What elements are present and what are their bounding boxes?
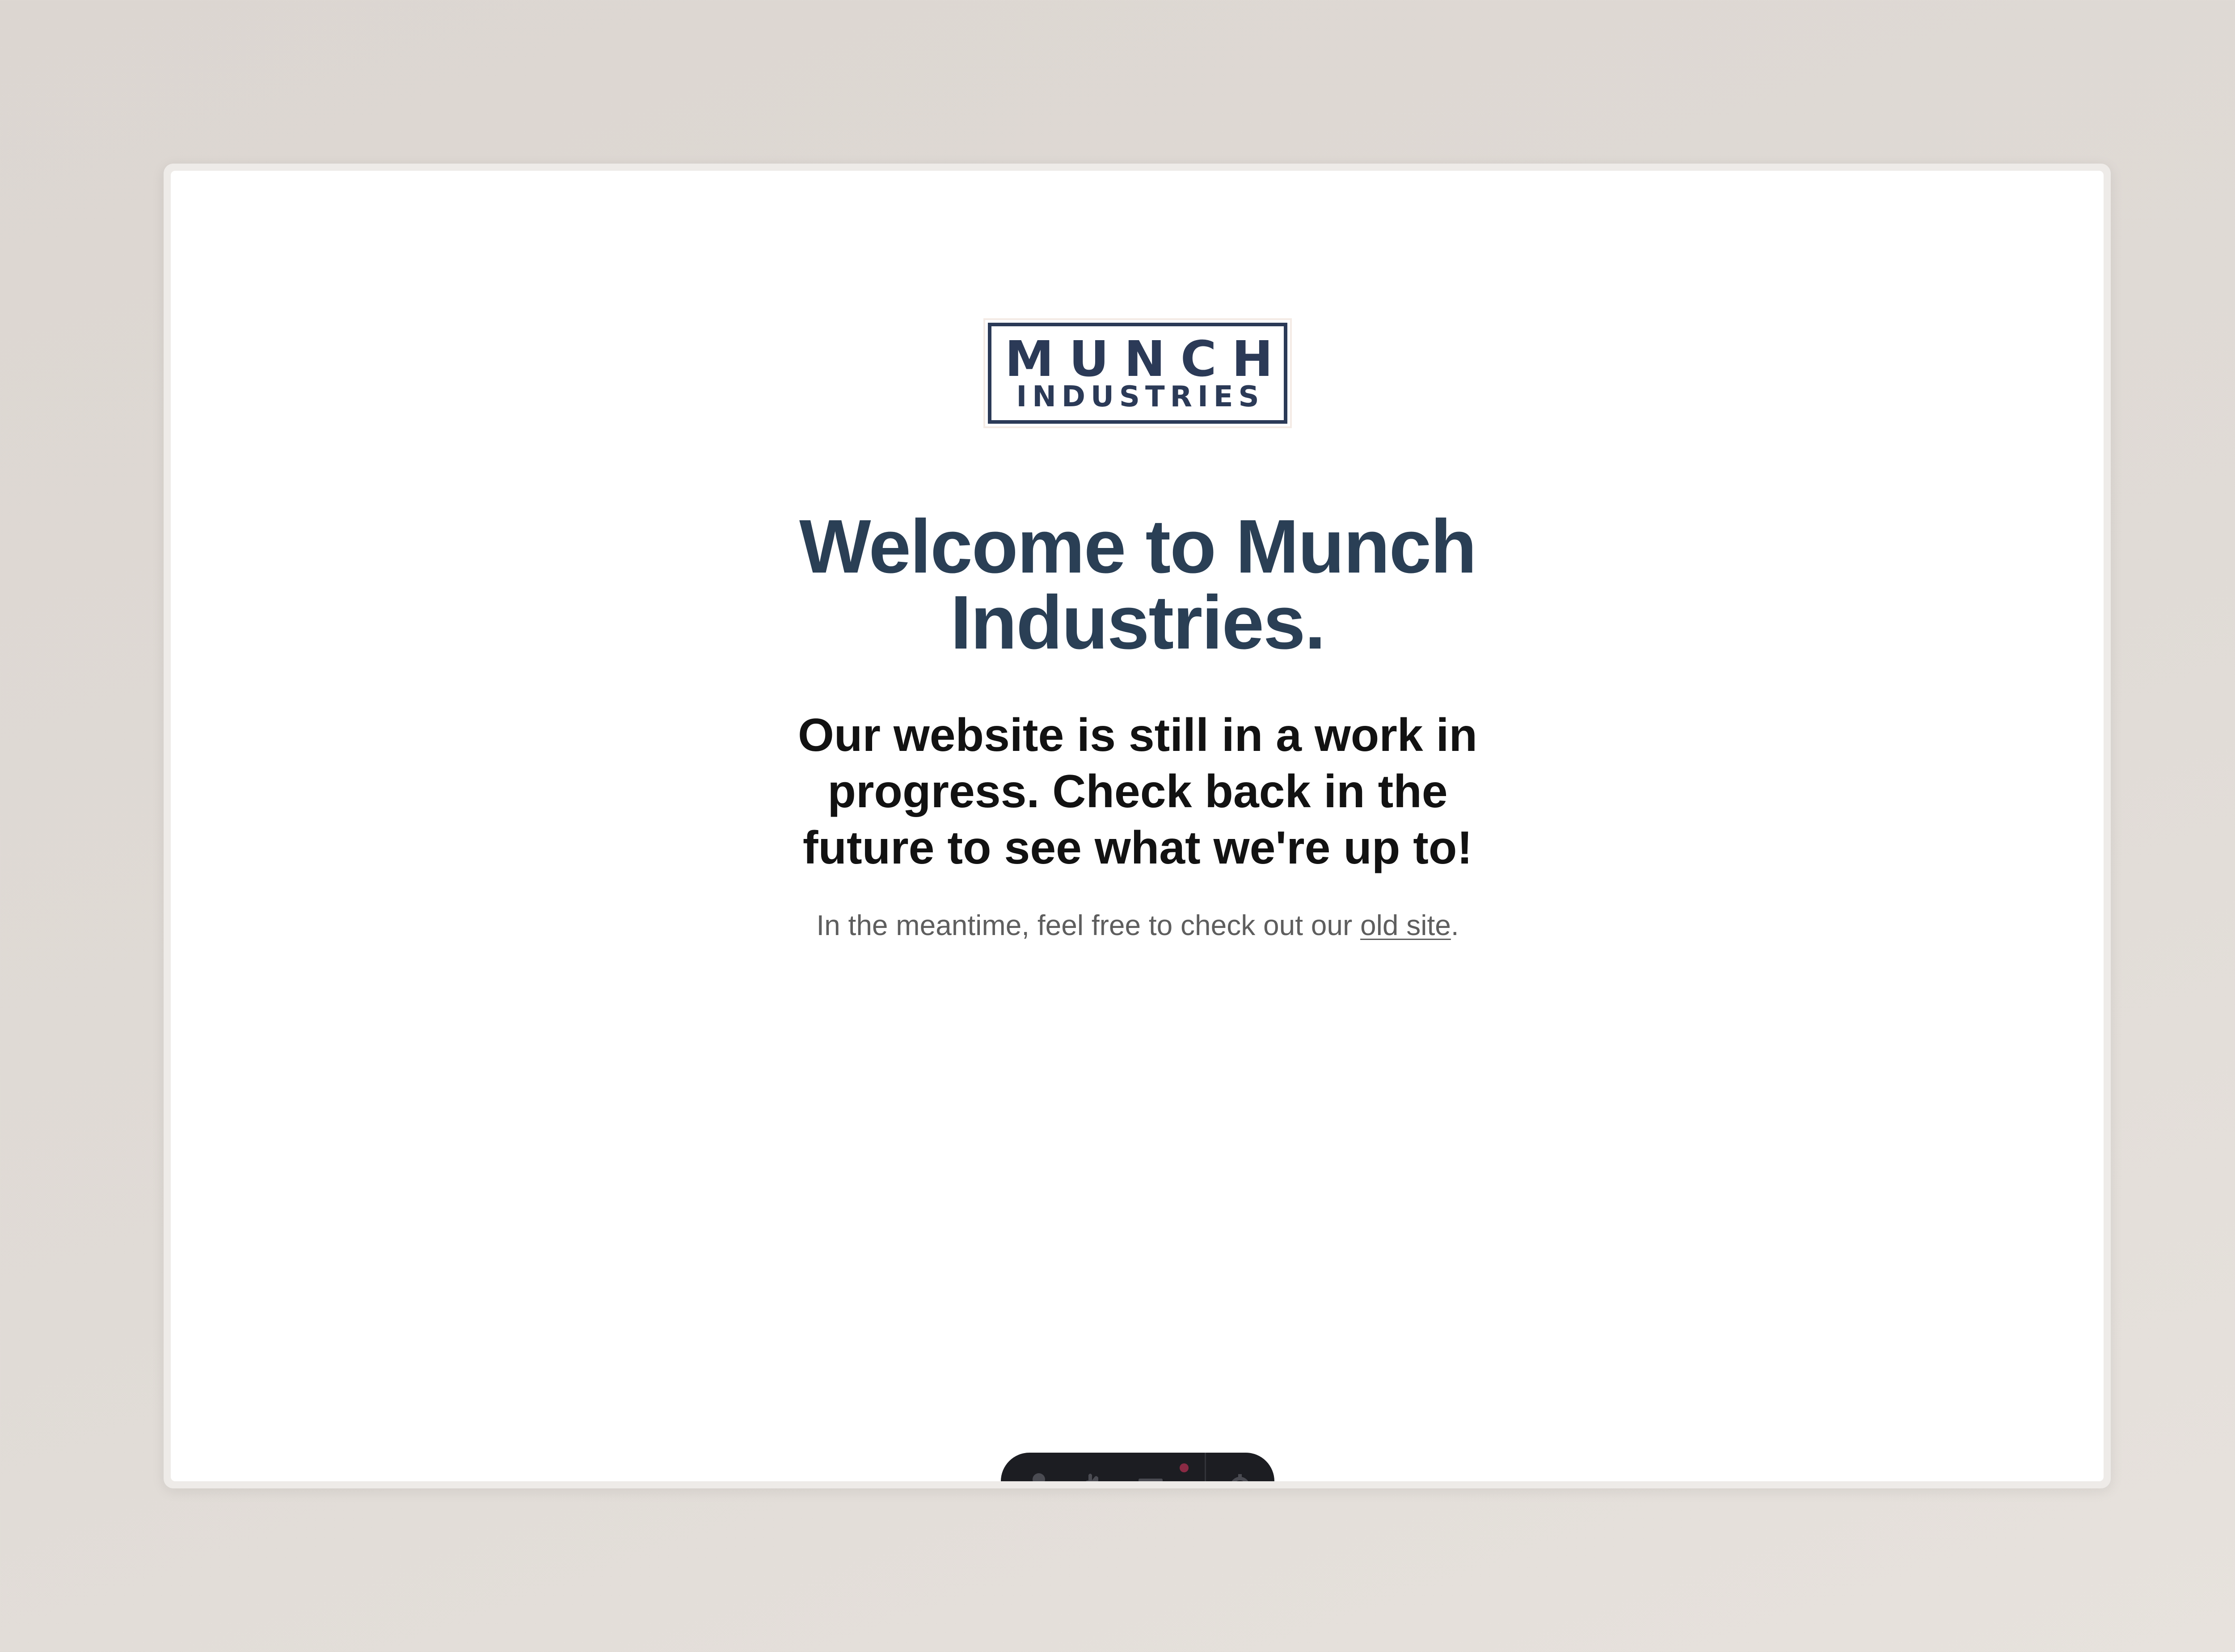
person-icon[interactable] <box>1023 1469 1054 1481</box>
gear-icon[interactable] <box>1224 1469 1256 1481</box>
hand-icon[interactable] <box>1077 1469 1108 1481</box>
note-suffix: . <box>1451 909 1459 941</box>
toolbar-dock <box>1001 1453 1274 1481</box>
note-prefix: In the meantime, feel free to check out … <box>816 909 1361 941</box>
notification-dot <box>1180 1463 1189 1472</box>
dock-divider <box>1205 1453 1206 1481</box>
menu-icon[interactable] <box>1135 1469 1166 1481</box>
logo-border: MUNCH INDUSTRIES <box>988 323 1287 424</box>
company-logo: MUNCH INDUSTRIES <box>983 318 1292 428</box>
status-message: Our website is still in a work in progre… <box>798 709 1477 874</box>
page-viewport: MUNCH INDUSTRIES Welcome to Munch Indust… <box>171 171 2104 1481</box>
page-title: Welcome to Munch Industries. <box>799 504 1477 665</box>
meantime-note: In the meantime, feel free to check out … <box>662 907 1613 943</box>
browser-frame: MUNCH INDUSTRIES Welcome to Munch Indust… <box>164 164 2111 1488</box>
logo-subtitle: INDUSTRIES <box>1016 380 1265 413</box>
old-site-link[interactable]: old site <box>1360 909 1451 941</box>
logo-wordmark: MUNCH <box>1005 330 1288 388</box>
